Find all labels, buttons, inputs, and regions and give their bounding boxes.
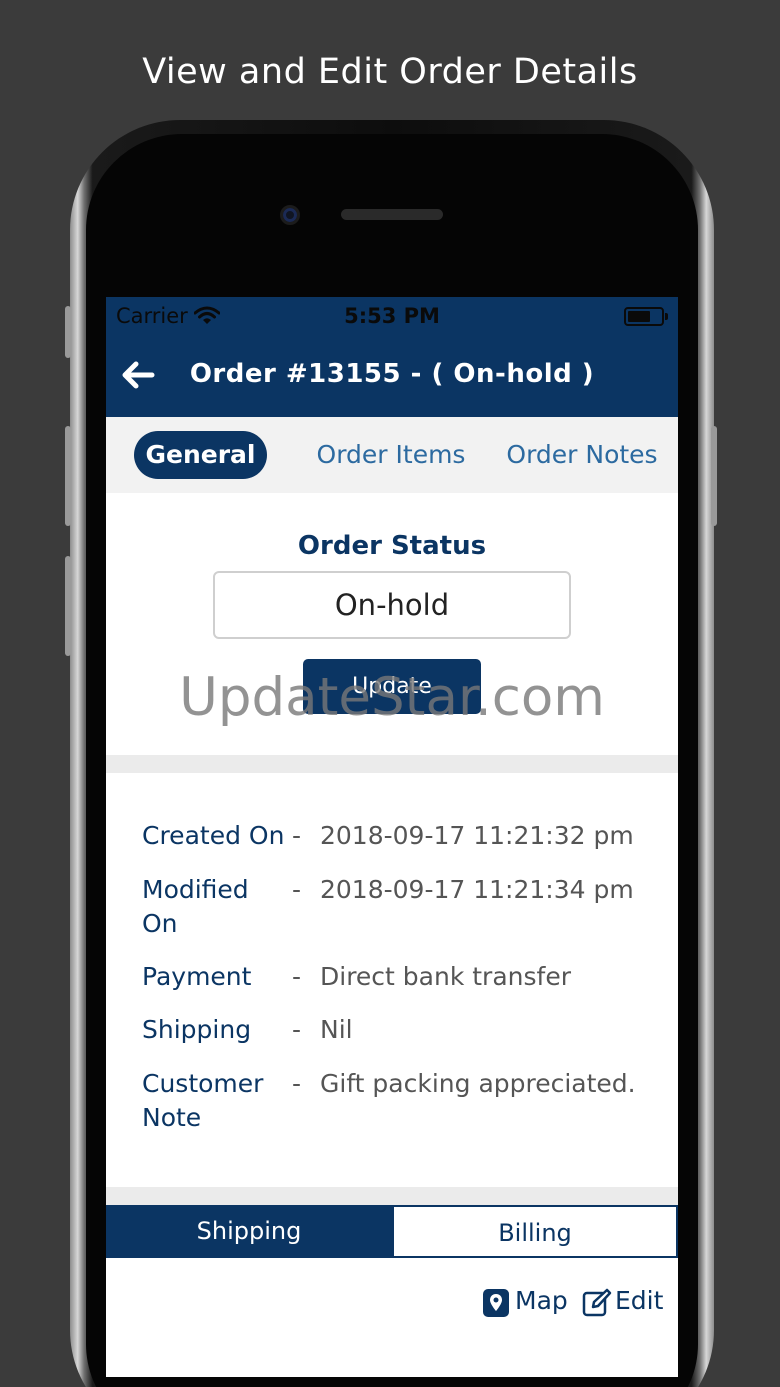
- update-button[interactable]: Update: [303, 659, 481, 714]
- detail-value: 2018-09-17 11:21:32 pm: [320, 821, 634, 850]
- side-button-volume-down: [65, 556, 71, 656]
- order-details: Created On - 2018-09-17 11:21:32 pm Modi…: [106, 773, 678, 1183]
- address-actions: Map Edit: [106, 1258, 678, 1377]
- order-status-select[interactable]: On-hold: [213, 571, 571, 639]
- detail-value: Gift packing appreciated.: [320, 1069, 636, 1098]
- earpiece-speaker: [341, 209, 443, 220]
- section-tabs: General Order Items Order Notes: [106, 417, 678, 493]
- detail-label: Customer Note: [142, 1069, 264, 1132]
- detail-dash: -: [292, 1015, 302, 1044]
- status-bar: Carrier 5:53 PM: [106, 297, 678, 337]
- side-button-mute: [65, 306, 71, 358]
- edit-icon: [582, 1288, 612, 1317]
- section-divider: [106, 755, 678, 773]
- tab-shipping-address[interactable]: Shipping: [106, 1205, 392, 1258]
- detail-label: Created On: [142, 821, 285, 850]
- side-button-power: [711, 426, 717, 526]
- detail-label: Payment: [142, 962, 252, 991]
- navigation-bar: Carrier 5:53 PM Order #13155 - ( On-hold…: [106, 297, 678, 417]
- detail-value: Nil: [320, 1015, 353, 1044]
- edit-label: Edit: [615, 1286, 664, 1315]
- detail-value: Direct bank transfer: [320, 962, 571, 991]
- detail-dash: -: [292, 962, 302, 991]
- map-button[interactable]: Map: [482, 1286, 572, 1320]
- detail-dash: -: [292, 875, 302, 904]
- detail-dash: -: [292, 1069, 302, 1098]
- side-button-volume-up: [65, 426, 71, 526]
- address-tabs: Shipping Billing: [106, 1205, 678, 1258]
- tab-order-items[interactable]: Order Items: [311, 431, 471, 479]
- tab-order-notes[interactable]: Order Notes: [501, 431, 663, 479]
- order-status-label: Order Status: [297, 531, 487, 561]
- order-status-section: Order Status On-hold Update UpdateStar.c…: [106, 493, 678, 755]
- page-title: Order #13155 - ( On-hold ): [189, 359, 595, 389]
- detail-label: Modified On: [142, 875, 249, 938]
- battery-icon: [624, 307, 668, 326]
- section-divider: [106, 1187, 678, 1205]
- detail-value: 2018-09-17 11:21:34 pm: [320, 875, 634, 904]
- map-label: Map: [515, 1286, 568, 1315]
- app-screen: Carrier 5:53 PM Order #13155 - ( On-hold…: [106, 297, 678, 1377]
- caption: View and Edit Order Details: [142, 52, 638, 92]
- edit-button[interactable]: Edit: [582, 1286, 672, 1320]
- clock: 5:53 PM: [344, 304, 440, 328]
- map-pin-icon: [483, 1289, 509, 1317]
- front-camera: [280, 205, 300, 225]
- tab-general[interactable]: General: [134, 431, 267, 479]
- tab-billing-address[interactable]: Billing: [392, 1205, 678, 1258]
- detail-dash: -: [292, 821, 302, 850]
- detail-label: Shipping: [142, 1015, 252, 1044]
